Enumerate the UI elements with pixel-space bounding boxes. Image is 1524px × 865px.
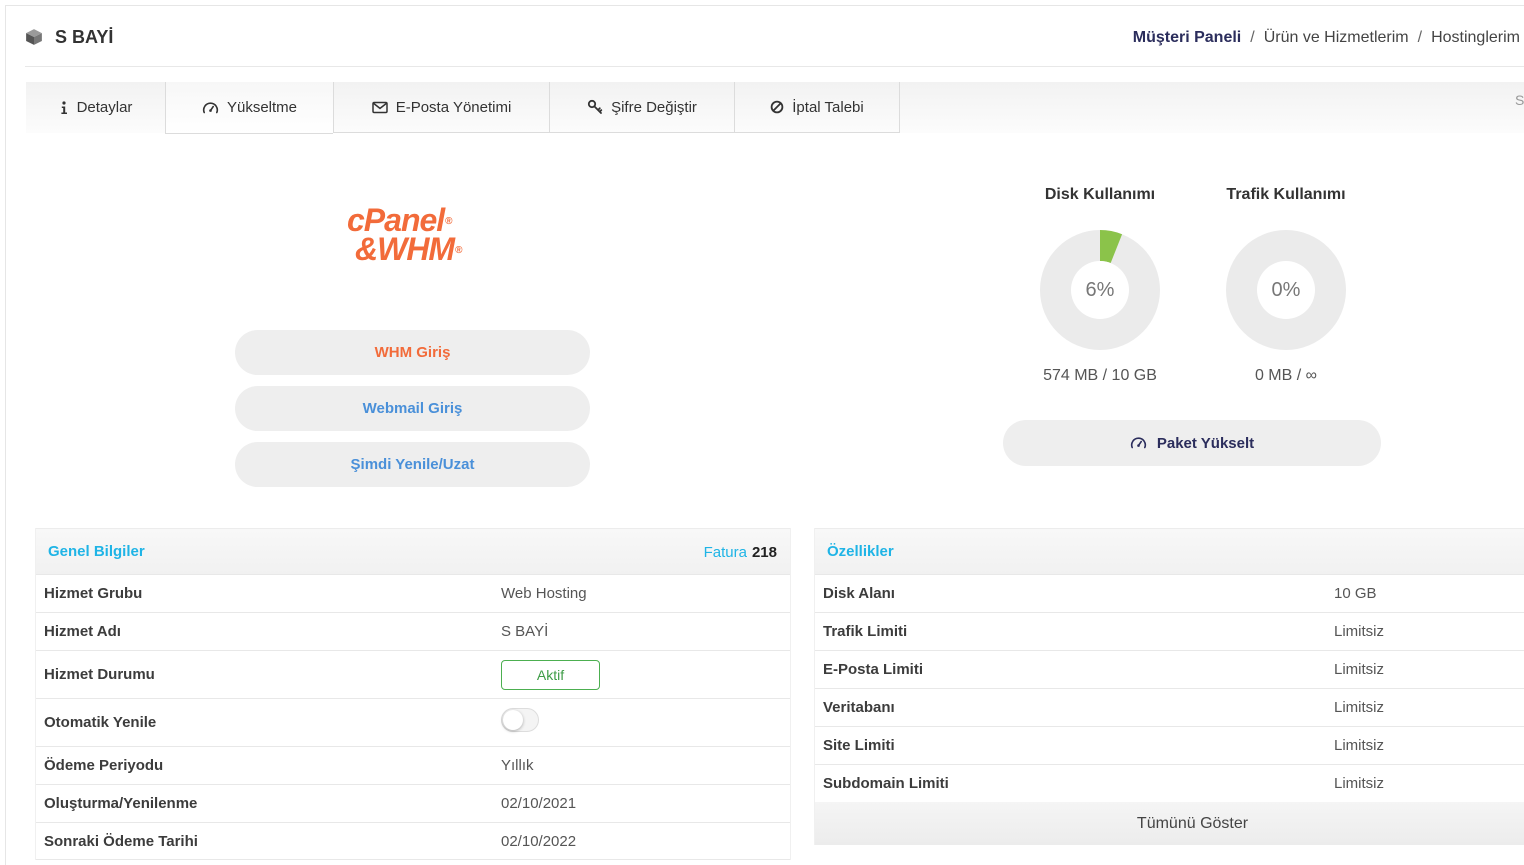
- general-info-panel: Genel Bilgiler Fatura 218 Hizmet Grubu W…: [35, 528, 791, 860]
- row-value: 02/10/2021: [501, 795, 577, 812]
- toggle-knob: [503, 710, 523, 730]
- general-info-title: Genel Bilgiler: [48, 543, 145, 560]
- info-icon: [60, 100, 67, 114]
- gauge-icon: [1130, 437, 1146, 449]
- row-label: Hizmet Adı: [44, 623, 121, 640]
- disk-usage-percent: 6%: [1085, 279, 1115, 301]
- auto-renew-toggle[interactable]: [501, 708, 539, 732]
- row-value: Limitsiz: [1334, 699, 1385, 716]
- renew-extend-button[interactable]: Şimdi Yenile/Uzat: [235, 442, 590, 487]
- row-label: Otomatik Yenile: [44, 714, 157, 731]
- breadcrumb-separator: /: [1250, 29, 1255, 46]
- header-divider: [25, 66, 1524, 67]
- disk-usage-amount: 574 MB / 10 GB: [1043, 367, 1157, 384]
- info-row-hizmet-durumu: Hizmet Durumu Aktif: [36, 650, 790, 698]
- tab-e-posta-yonetimi[interactable]: E-Posta Yönetimi: [333, 82, 549, 133]
- feature-row-veritabani: Veritabanı Limitsiz: [815, 688, 1524, 726]
- envelope-icon: [371, 101, 388, 113]
- upgrade-package-label: Paket Yükselt: [1156, 434, 1255, 452]
- tab-label: Yükseltme: [226, 99, 298, 116]
- status-badge: Aktif: [501, 660, 600, 690]
- invoice-link[interactable]: Fatura 218: [704, 529, 777, 575]
- show-all-button[interactable]: Tümünü Göster: [815, 802, 1524, 845]
- info-row-hizmet-grubu: Hizmet Grubu Web Hosting: [36, 574, 790, 612]
- tab-iptal-talebi[interactable]: İptal Talebi: [734, 82, 900, 133]
- features-title: Özellikler: [827, 543, 894, 560]
- page-title: S BAYİ: [55, 27, 114, 47]
- row-label: Sonraki Ödeme Tarihi: [44, 832, 198, 850]
- tab-yukseltme[interactable]: Yükseltme: [165, 82, 333, 134]
- tab-label: Detaylar: [76, 99, 133, 116]
- tab-bar: Detaylar Yükseltme E-Posta Yönetimi Şifr…: [26, 82, 1524, 134]
- row-value: Limitsiz: [1334, 737, 1385, 754]
- invoice-label: Fatura: [703, 543, 747, 561]
- row-label: Hizmet Grubu: [44, 585, 143, 602]
- logo-registered-mark: ®: [445, 216, 453, 227]
- row-value: Yıllık: [501, 757, 534, 774]
- whm-logo: &WHM®: [355, 231, 463, 267]
- info-row-otomatik-yenile: Otomatik Yenile: [36, 698, 790, 746]
- ban-icon: [770, 100, 784, 114]
- row-value: Web Hosting: [501, 585, 587, 602]
- info-row-sonraki-odeme-tarihi: Sonraki Ödeme Tarihi 02/10/2022: [36, 822, 790, 860]
- tab-sifre-degistir[interactable]: Şifre Değiştir: [549, 82, 734, 133]
- logo-text-line2: &WHM: [355, 231, 455, 267]
- feature-row-disk-alani: Disk Alanı 10 GB: [815, 574, 1524, 612]
- tab-bar-overflow-text: S: [1515, 92, 1524, 108]
- info-row-olusturma-yenilenme: Oluşturma/Yenilenme 02/10/2021: [36, 784, 790, 822]
- row-value: Limitsiz: [1334, 661, 1385, 678]
- upgrade-package-button[interactable]: Paket Yükselt: [1003, 420, 1381, 466]
- feature-row-trafik-limiti: Trafik Limiti Limitsiz: [815, 612, 1524, 650]
- row-value: 02/10/2022: [501, 832, 577, 850]
- info-row-hizmet-adi: Hizmet Adı S BAYİ: [36, 612, 790, 650]
- general-info-header: Genel Bilgiler Fatura 218: [36, 528, 790, 574]
- disk-usage-title: Disk Kullanımı: [1044, 186, 1156, 203]
- row-value: S BAYİ: [501, 623, 549, 640]
- row-label: Trafik Limiti: [823, 623, 908, 640]
- gauge-icon: [202, 101, 219, 113]
- tab-label: İptal Talebi: [792, 98, 864, 116]
- feature-row-subdomain-limiti: Subdomain Limiti Limitsiz: [815, 764, 1524, 802]
- row-label: Veritabanı: [823, 699, 895, 716]
- breadcrumb-item-hostinglerim[interactable]: Hostinglerim: [1431, 29, 1520, 46]
- row-value: Limitsiz: [1334, 623, 1385, 640]
- feature-row-e-posta-limiti: E-Posta Limiti Limitsiz: [815, 650, 1524, 688]
- tab-detaylar[interactable]: Detaylar: [26, 82, 165, 133]
- info-row-odeme-periyodu: Ödeme Periyodu Yıllık: [36, 746, 790, 784]
- tab-label: Şifre Değiştir: [611, 98, 697, 116]
- traffic-usage-title: Trafik Kullanımı: [1226, 186, 1346, 203]
- breadcrumb: Müşteri Paneli / Ürün ve Hizmetlerim / Hosti…: [1133, 28, 1520, 48]
- row-label: E-Posta Limiti: [823, 661, 924, 678]
- box-icon: [26, 29, 42, 45]
- traffic-usage-percent: 0%: [1271, 279, 1301, 301]
- tab-label: E-Posta Yönetimi: [395, 98, 512, 116]
- logo-registered-mark: ®: [455, 245, 463, 256]
- whm-login-button[interactable]: WHM Giriş: [235, 330, 590, 375]
- breadcrumb-item-musteri-paneli[interactable]: Müşteri Paneli: [1133, 29, 1241, 46]
- row-label: Oluşturma/Yenilenme: [44, 795, 198, 812]
- row-label: Site Limiti: [823, 737, 895, 754]
- breadcrumb-separator: /: [1417, 29, 1423, 46]
- row-label: Disk Alanı: [823, 585, 895, 602]
- row-label: Subdomain Limiti: [823, 775, 949, 792]
- key-icon: [587, 99, 603, 114]
- row-label: Hizmet Durumu: [44, 666, 155, 683]
- row-value: 10 GB: [1334, 585, 1377, 602]
- row-value: Limitsiz: [1334, 775, 1385, 792]
- feature-row-site-limiti: Site Limiti Limitsiz: [815, 726, 1524, 764]
- invoice-number: 218: [751, 543, 777, 561]
- features-panel: Özellikler Disk Alanı 10 GB Trafik Limit…: [814, 528, 1524, 845]
- breadcrumb-item-urun-hizmetlerim[interactable]: Ürün ve Hizmetlerim: [1264, 29, 1409, 46]
- features-header: Özellikler: [815, 528, 1524, 574]
- traffic-usage-amount: 0 MB / ∞: [1254, 367, 1318, 384]
- webmail-login-button[interactable]: Webmail Giriş: [235, 386, 590, 431]
- row-label: Ödeme Periyodu: [44, 757, 164, 774]
